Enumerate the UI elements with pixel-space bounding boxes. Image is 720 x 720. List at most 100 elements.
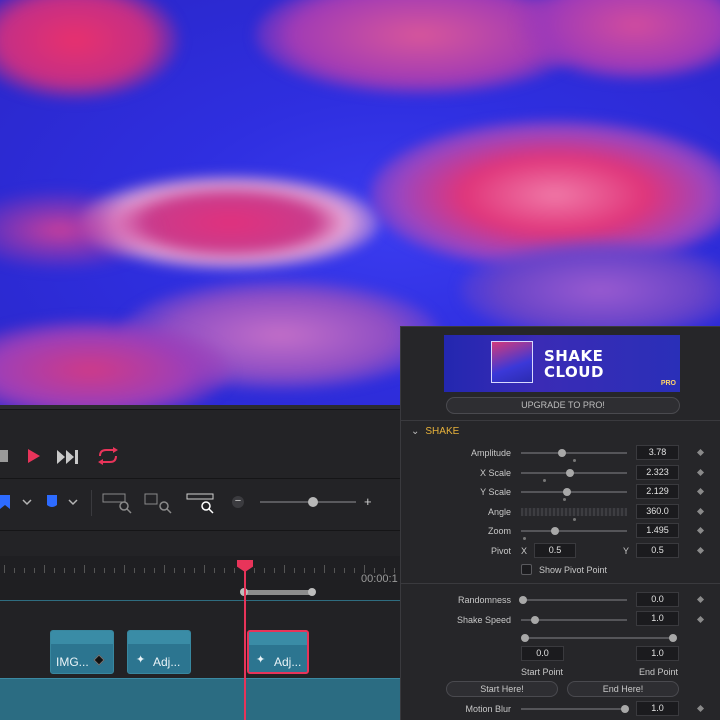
end-here-button[interactable]: End Here! <box>567 681 679 697</box>
zoom-keyframe-icon[interactable] <box>696 526 705 535</box>
motion-blur-label: Motion Blur <box>465 704 511 714</box>
pivot-label: Pivot <box>490 546 511 556</box>
ruler-tick <box>264 568 265 573</box>
timeline-clip-adjustment-selected[interactable]: Adj... ✦ <box>247 630 309 674</box>
y-scale-keyframe-icon[interactable] <box>696 487 705 496</box>
ruler-tick <box>94 568 95 573</box>
ruler-tick <box>274 568 275 573</box>
randomness-value[interactable]: 0.0 <box>636 592 679 607</box>
ruler-tick <box>74 568 75 573</box>
motion-blur-slider[interactable] <box>521 705 629 713</box>
zoom-out-button[interactable]: − <box>232 496 244 508</box>
chevron-down-icon: ⌄ <box>411 426 420 437</box>
ruler-tick <box>164 565 165 573</box>
timeline-toolbar: − + <box>0 484 400 520</box>
ruler-tick <box>84 565 85 573</box>
ruler-tick <box>324 565 325 573</box>
motion-blur-slider-knob[interactable] <box>621 705 629 713</box>
motion-blur-keyframe-icon[interactable] <box>696 704 705 713</box>
ruler-tick <box>194 568 195 573</box>
zoom-value[interactable]: 1.495 <box>636 523 679 538</box>
zoom-slider-knob[interactable] <box>308 497 318 507</box>
y-scale-slider[interactable] <box>521 488 627 496</box>
angle-value[interactable]: 360.0 <box>636 504 679 519</box>
timeline-ruler[interactable]: 00:00:1 <box>0 556 400 600</box>
randomness-label: Randomness <box>457 595 511 605</box>
timeline-clip-image[interactable]: IMG... <box>50 630 114 674</box>
zoom-param-slider[interactable] <box>521 527 627 535</box>
loop-icon[interactable] <box>96 446 120 466</box>
pivot-x-value[interactable]: 0.5 <box>534 543 576 558</box>
x-scale-slider[interactable] <box>521 469 627 477</box>
ruler-tick <box>354 568 355 573</box>
x-scale-value[interactable]: 2.323 <box>636 465 679 480</box>
skip-forward-icon[interactable] <box>56 449 80 465</box>
toolbar-separator <box>91 490 92 516</box>
work-area-bar[interactable] <box>240 588 316 596</box>
shake-speed-keyframe-icon[interactable] <box>696 615 705 624</box>
work-area-end-handle[interactable] <box>308 588 316 596</box>
y-scale-value[interactable]: 2.129 <box>636 484 679 499</box>
y-scale-label: Y Scale <box>480 487 511 497</box>
chevron-down-icon[interactable] <box>22 499 32 506</box>
flag-blue-icon[interactable] <box>46 495 58 509</box>
start-point-value[interactable]: 0.0 <box>521 646 564 661</box>
range-start-knob[interactable] <box>521 634 529 642</box>
y-scale-slider-knob[interactable] <box>563 488 571 496</box>
shake-speed-value[interactable]: 1.0 <box>636 611 679 626</box>
audio-track[interactable] <box>0 678 400 720</box>
timeline-divider-2 <box>0 530 400 531</box>
angle-dial[interactable] <box>521 508 627 516</box>
sparkle-icon: ✦ <box>136 654 146 666</box>
end-point-value[interactable]: 1.0 <box>636 646 679 661</box>
ruler-tick <box>334 568 335 573</box>
randomness-slider[interactable] <box>519 596 627 604</box>
amplitude-slider-knob[interactable] <box>558 449 566 457</box>
zoom-detail-icon[interactable] <box>144 492 174 514</box>
amplitude-slider[interactable] <box>521 449 627 457</box>
angle-keyframe-icon[interactable] <box>696 507 705 516</box>
ruler-tick <box>14 568 15 573</box>
section-header-shake[interactable]: ⌄ SHAKE <box>411 426 459 437</box>
ruler-tick <box>214 568 215 573</box>
show-pivot-checkbox[interactable] <box>521 564 532 575</box>
shake-speed-slider-knob[interactable] <box>531 616 539 624</box>
upgrade-button[interactable]: UPGRADE TO PRO! <box>446 397 680 414</box>
timeline-clip-adjustment[interactable]: Adj... ✦ <box>127 630 191 674</box>
play-icon[interactable] <box>28 449 40 463</box>
start-here-button[interactable]: Start Here! <box>446 681 558 697</box>
pivot-y-value[interactable]: 0.5 <box>636 543 679 558</box>
zoom-in-button[interactable]: + <box>364 494 372 509</box>
zoom-slider[interactable] <box>260 497 356 507</box>
amplitude-value[interactable]: 3.78 <box>636 445 679 460</box>
range-slider[interactable] <box>521 634 677 642</box>
ruler-tick <box>204 565 205 573</box>
range-end-knob[interactable] <box>669 634 677 642</box>
amplitude-keyframe-icon[interactable] <box>696 448 705 457</box>
ruler-tick <box>184 568 185 573</box>
chevron-down-icon-2[interactable] <box>68 499 78 506</box>
randomness-slider-knob[interactable] <box>519 596 527 604</box>
x-scale-label: X Scale <box>479 468 511 478</box>
zoom-full-icon[interactable] <box>102 492 132 514</box>
ruler-tick <box>4 565 5 573</box>
plugin-banner[interactable]: SHAKE CLOUD PRO <box>444 335 680 392</box>
playhead-line[interactable] <box>244 566 246 720</box>
randomness-keyframe-icon[interactable] <box>696 595 705 604</box>
zoom-param-slider-knob[interactable] <box>551 527 559 535</box>
stop-icon[interactable] <box>0 450 8 462</box>
zoom-custom-icon[interactable] <box>186 492 216 514</box>
ruler-tick <box>304 568 305 573</box>
shake-speed-slider[interactable] <box>521 616 627 624</box>
effect-inspector-panel: SHAKE CLOUD PRO UPGRADE TO PRO! ⌄ SHAKE A… <box>400 326 720 720</box>
ruler-tick <box>34 568 35 573</box>
pivot-keyframe-icon[interactable] <box>696 546 705 555</box>
marker-blue-icon[interactable] <box>0 495 12 509</box>
pivot-x-label: X <box>521 546 528 556</box>
ruler-tick <box>154 568 155 573</box>
ruler-tick <box>254 568 255 573</box>
x-scale-slider-knob[interactable] <box>566 469 574 477</box>
motion-blur-value[interactable]: 1.0 <box>636 701 679 716</box>
slider-default-dot <box>543 479 546 482</box>
x-scale-keyframe-icon[interactable] <box>696 468 705 477</box>
